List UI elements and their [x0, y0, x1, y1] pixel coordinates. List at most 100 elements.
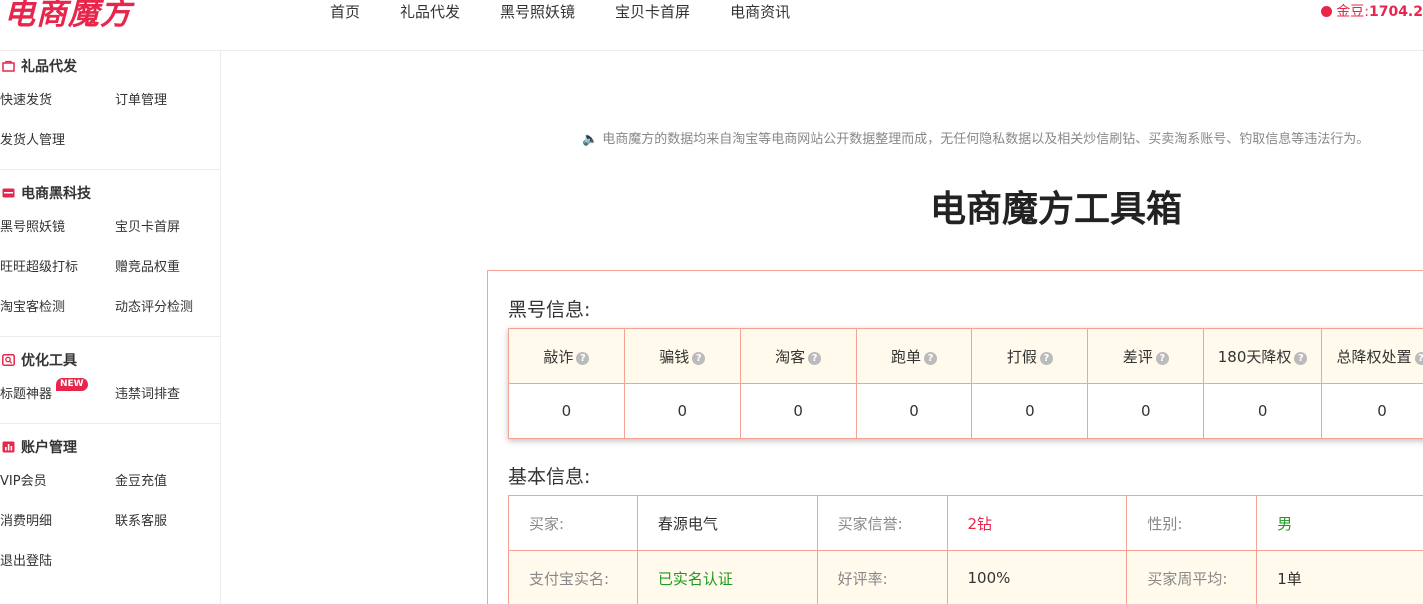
- sidebar-item-billing[interactable]: 消费明细: [0, 502, 115, 542]
- col-extortion: 敲诈?: [508, 328, 625, 384]
- blacklist-heading: 黑号信息:: [508, 299, 591, 321]
- sidebar-item-title-tool[interactable]: 标题神器 NEW: [0, 375, 115, 415]
- help-icon[interactable]: ?: [924, 351, 938, 365]
- sidebar-item-quick-ship[interactable]: 快速发货: [0, 81, 115, 121]
- sidebar-item-sender[interactable]: 发货人管理: [0, 121, 115, 161]
- col-label: 180天降权: [1217, 347, 1292, 366]
- alipay-label: 支付宝实名:: [508, 550, 638, 604]
- table-cell: 0: [1203, 383, 1323, 439]
- buyer-label: 买家:: [508, 495, 638, 551]
- disclaimer-notice: 🔈 电商魔方的数据均来自淘宝等电商网站公开数据整理而成，无任何隐私数据以及相关炒信…: [582, 128, 1369, 147]
- col-scam: 骗钱?: [623, 328, 741, 384]
- help-icon[interactable]: ?: [1294, 351, 1308, 365]
- weekly-label: 买家周平均:: [1126, 550, 1258, 604]
- sidebar-item-card-top[interactable]: 宝贝卡首屏: [115, 208, 220, 248]
- top-header: 电商魔方 首页 礼品代发 黑号照妖镜 宝贝卡首屏 电商资讯 金豆:1704.2: [0, 0, 1423, 51]
- credit-value: 2钻: [946, 495, 1128, 551]
- credit-label: 买家信誉:: [816, 495, 948, 551]
- table-cell: 0: [1087, 383, 1205, 439]
- sidebar-item-recharge[interactable]: 金豆充值: [115, 462, 220, 502]
- blacklist-table: 敲诈? 骗钱? 淘客? 跑单? 打假? 差评? 180天降权? 总降权处置? 0…: [508, 328, 1423, 439]
- sidebar-item-competitor[interactable]: 赠竞品权重: [115, 248, 220, 288]
- site-logo[interactable]: 电商魔方: [4, 0, 132, 34]
- sidebar-section-title: 优化工具: [0, 345, 220, 375]
- nav-home[interactable]: 首页: [330, 2, 360, 22]
- sidebar-item-banned-words[interactable]: 违禁词排查: [115, 375, 220, 415]
- sidebar-item-wangwang[interactable]: 旺旺超级打标: [0, 248, 115, 288]
- sidebar-section-title: 礼品代发: [0, 51, 220, 81]
- bag-icon: [2, 60, 15, 72]
- help-icon[interactable]: ?: [692, 351, 706, 365]
- nav-blacklist[interactable]: 黑号照妖镜: [500, 2, 575, 22]
- chart-icon: [2, 441, 15, 453]
- basic-info-heading: 基本信息:: [508, 466, 591, 488]
- sidebar-item-vip[interactable]: VIP会员: [0, 462, 115, 502]
- col-anti-fake: 打假?: [971, 328, 1089, 384]
- page-title: 电商魔方工具箱: [930, 189, 1183, 230]
- nav-news[interactable]: 电商资讯: [730, 2, 790, 22]
- table-cell: 0: [623, 383, 741, 439]
- section-label: 账户管理: [21, 440, 77, 456]
- rate-label: 好评率:: [816, 550, 948, 604]
- coin-value: 1704.2: [1368, 4, 1423, 20]
- search-doc-icon: [2, 354, 15, 366]
- sidebar-item-support[interactable]: 联系客服: [115, 502, 220, 542]
- sidebar-item-blacklist[interactable]: 黑号照妖镜: [0, 208, 115, 248]
- notice-text: 电商魔方的数据均来自淘宝等电商网站公开数据整理而成，无任何隐私数据以及相关炒信刷…: [602, 132, 1370, 147]
- sidebar-section-gift: 礼品代发 快速发货 订单管理 发货人管理: [0, 51, 220, 170]
- help-icon[interactable]: ?: [1039, 351, 1053, 365]
- help-icon[interactable]: ?: [1414, 351, 1423, 365]
- weekly-value: 1单: [1256, 550, 1423, 604]
- new-badge: NEW: [56, 378, 88, 391]
- table-cell: 0: [971, 383, 1089, 439]
- sidebar: 礼品代发 快速发货 订单管理 发货人管理 电商黑科技 黑号照妖镜 宝贝卡首屏 旺…: [0, 51, 221, 604]
- sidebar-section-title: 账户管理: [0, 432, 220, 462]
- col-total-demote: 总降权处置?: [1321, 328, 1423, 384]
- sidebar-section-title: 电商黑科技: [0, 178, 220, 208]
- table-row: 买家: 春源电气 买家信誉: 2钻 性别: 男: [508, 495, 1423, 551]
- coin-icon: [1321, 6, 1333, 17]
- col-label: 跑单: [891, 347, 922, 366]
- help-icon[interactable]: ?: [576, 351, 590, 365]
- section-label: 礼品代发: [21, 59, 77, 75]
- col-run-order: 跑单?: [855, 328, 973, 384]
- rate-value: 100%: [946, 550, 1128, 604]
- sidebar-section-optimize: 优化工具 标题神器 NEW 违禁词排查: [0, 345, 220, 424]
- section-label: 电商黑科技: [21, 186, 91, 202]
- speaker-icon: 🔈: [582, 132, 599, 147]
- table-cell: 0: [1321, 383, 1423, 439]
- table-row: 0 0 0 0 0 0 0 0: [508, 383, 1423, 439]
- sidebar-item-orders[interactable]: 订单管理: [115, 81, 220, 121]
- col-label: 淘客: [775, 347, 806, 366]
- col-label: 差评: [1122, 347, 1153, 366]
- section-label: 优化工具: [21, 353, 77, 369]
- gender-label: 性别:: [1126, 495, 1258, 551]
- sidebar-section-account: 账户管理 VIP会员 金豆充值 消费明细 联系客服 退出登陆: [0, 432, 220, 590]
- sidebar-item-logout[interactable]: 退出登陆: [0, 542, 115, 582]
- coin-balance[interactable]: 金豆:1704.2: [1321, 2, 1423, 22]
- item-label: 标题神器: [0, 387, 53, 402]
- main-nav: 首页 礼品代发 黑号照妖镜 宝贝卡首屏 电商资讯: [330, 2, 830, 22]
- col-taoke: 淘客?: [739, 328, 857, 384]
- result-card: 黑号信息: 敲诈? 骗钱? 淘客? 跑单? 打假? 差评? 180天降权? 总降…: [487, 270, 1423, 604]
- help-icon[interactable]: ?: [1155, 351, 1169, 365]
- nav-gift[interactable]: 礼品代发: [400, 2, 460, 22]
- col-label: 打假: [1006, 347, 1037, 366]
- coin-label: 金豆:: [1336, 4, 1369, 20]
- col-180-demote: 180天降权?: [1203, 328, 1323, 384]
- basic-info-table: 买家: 春源电气 买家信誉: 2钻 性别: 男 支付宝实名: 已实名认证 好评率…: [508, 495, 1423, 604]
- col-label: 骗钱: [659, 347, 690, 366]
- alipay-value: 已实名认证: [636, 550, 818, 604]
- help-icon[interactable]: ?: [808, 351, 822, 365]
- sidebar-item-taoke-check[interactable]: 淘宝客检测: [0, 288, 115, 328]
- col-bad-review: 差评?: [1087, 328, 1205, 384]
- sidebar-item-dsr-check[interactable]: 动态评分检测: [115, 288, 220, 328]
- buyer-value: 春源电气: [636, 495, 818, 551]
- nav-card-top[interactable]: 宝贝卡首屏: [615, 2, 690, 22]
- table-cell: 0: [508, 383, 625, 439]
- table-header-row: 敲诈? 骗钱? 淘客? 跑单? 打假? 差评? 180天降权? 总降权处置?: [508, 328, 1423, 384]
- table-row: 支付宝实名: 已实名认证 好评率: 100% 买家周平均: 1单: [508, 550, 1423, 604]
- card-icon: [2, 188, 15, 198]
- gender-value: 男: [1256, 495, 1423, 551]
- col-label: 敲诈: [543, 347, 574, 366]
